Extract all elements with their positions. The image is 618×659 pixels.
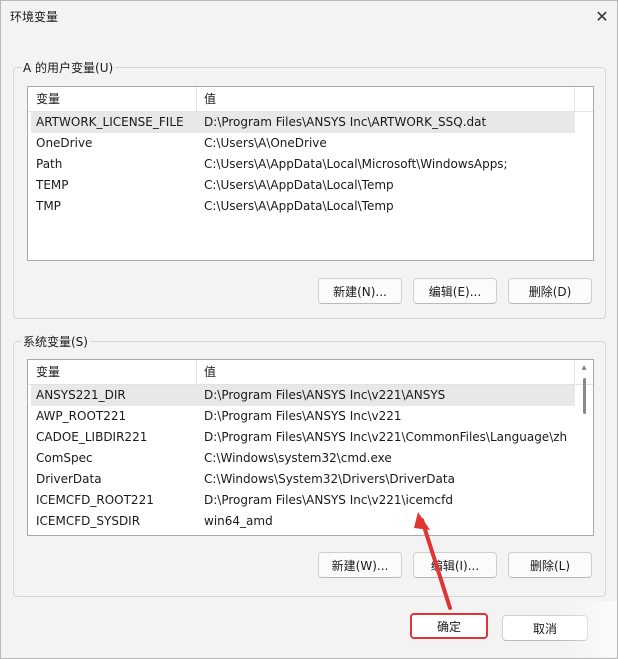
blur-overlay [561,601,617,657]
col-variable-header[interactable]: 变量 [36,360,60,384]
var-name: TMP [36,199,61,213]
var-name: ICEMCFD_SYSDIR [36,514,141,528]
system-vars-list[interactable]: 变量 值 ANSYS221_DIR D:\Program Files\ANSYS… [27,359,594,536]
var-name: AWP_ROOT221 [36,409,127,423]
scrollbar-thumb[interactable] [583,378,586,414]
scroll-up-icon[interactable]: ▲ [580,364,588,372]
table-row[interactable]: ComSpec C:\Windows\system32\cmd.exe [31,448,575,469]
window-title: 环境变量 [10,10,59,24]
col-value-header[interactable]: 值 [204,360,216,384]
var-value: D:\Program Files\ANSYS Inc\v221\icemcfd [204,493,453,507]
ok-button[interactable]: 确定 [410,613,488,639]
var-value: C:\Users\A\AppData\Local\Temp [204,199,394,213]
var-value: C:\Windows\System32\Drivers\DriverData [204,472,455,486]
var-value: D:\Program Files\ANSYS Inc\v221 [204,409,402,423]
user-vars-label: A 的用户变量(U) [21,59,116,76]
table-row[interactable]: CADOE_LIBDIR221 D:\Program Files\ANSYS I… [31,427,575,448]
table-row[interactable]: TEMP C:\Users\A\AppData\Local\Temp [31,175,575,196]
var-value: C:\Windows\system32\cmd.exe [204,451,392,465]
env-vars-dialog: 环境变量 ✕ A 的用户变量(U) 变量 值 ARTWORK_LICENSE_F… [0,0,618,659]
var-name: DriverData [36,472,102,486]
var-value: D:\Program Files\ANSYS Inc\ARTWORK_SSQ.d… [204,115,487,129]
var-value: D:\Program Files\ANSYS Inc\v221\CommonFi… [204,430,568,444]
system-delete-button[interactable]: 删除(L) [508,552,592,578]
table-row[interactable]: ICEMCFD_SYSDIR win64_amd [31,511,575,532]
system-edit-button[interactable]: 编辑(I)... [413,552,497,578]
var-value: win64_amd [204,514,273,528]
user-vars-header: 变量 值 [28,87,593,112]
user-new-button[interactable]: 新建(N)... [318,278,402,304]
col-value-header[interactable]: 值 [204,87,216,111]
var-name: TEMP [36,178,69,192]
var-name: OneDrive [36,136,93,150]
table-row[interactable]: ARTWORK_LICENSE_FILE D:\Program Files\AN… [31,112,575,133]
var-name: ComSpec [36,451,93,465]
table-row[interactable]: ICEMCFD_ROOT221 D:\Program Files\ANSYS I… [31,490,575,511]
user-vars-list[interactable]: 变量 值 ARTWORK_LICENSE_FILE D:\Program Fil… [27,86,594,261]
system-new-button[interactable]: 新建(W)... [318,552,402,578]
table-row[interactable]: DriverData C:\Windows\System32\Drivers\D… [31,469,575,490]
system-vars-header: 变量 值 [28,360,593,385]
var-value: C:\Users\A\AppData\Local\Microsoft\Windo… [204,157,508,171]
table-row[interactable]: TMP C:\Users\A\AppData\Local\Temp [31,196,575,217]
col-variable-header[interactable]: 变量 [36,87,60,111]
system-vars-label: 系统变量(S) [21,333,90,350]
var-name: CADOE_LIBDIR221 [36,430,148,444]
var-name: ARTWORK_LICENSE_FILE [36,115,184,129]
table-row[interactable]: Path C:\Users\A\AppData\Local\Microsoft\… [31,154,575,175]
user-edit-button[interactable]: 编辑(E)... [413,278,497,304]
table-row[interactable]: OneDrive C:\Users\A\OneDrive [31,133,575,154]
user-delete-button[interactable]: 删除(D) [508,278,592,304]
var-name: Path [36,157,63,171]
table-row[interactable]: ANSYS221_DIR D:\Program Files\ANSYS Inc\… [31,385,575,406]
var-value: C:\Users\A\AppData\Local\Temp [204,178,394,192]
var-value: C:\Users\A\OneDrive [204,136,327,150]
var-name: ICEMCFD_ROOT221 [36,493,154,507]
var-name: ANSYS221_DIR [36,388,126,402]
close-icon[interactable]: ✕ [589,3,615,29]
table-row[interactable]: AWP_ROOT221 D:\Program Files\ANSYS Inc\v… [31,406,575,427]
var-value: D:\Program Files\ANSYS Inc\v221\ANSYS [204,388,446,402]
